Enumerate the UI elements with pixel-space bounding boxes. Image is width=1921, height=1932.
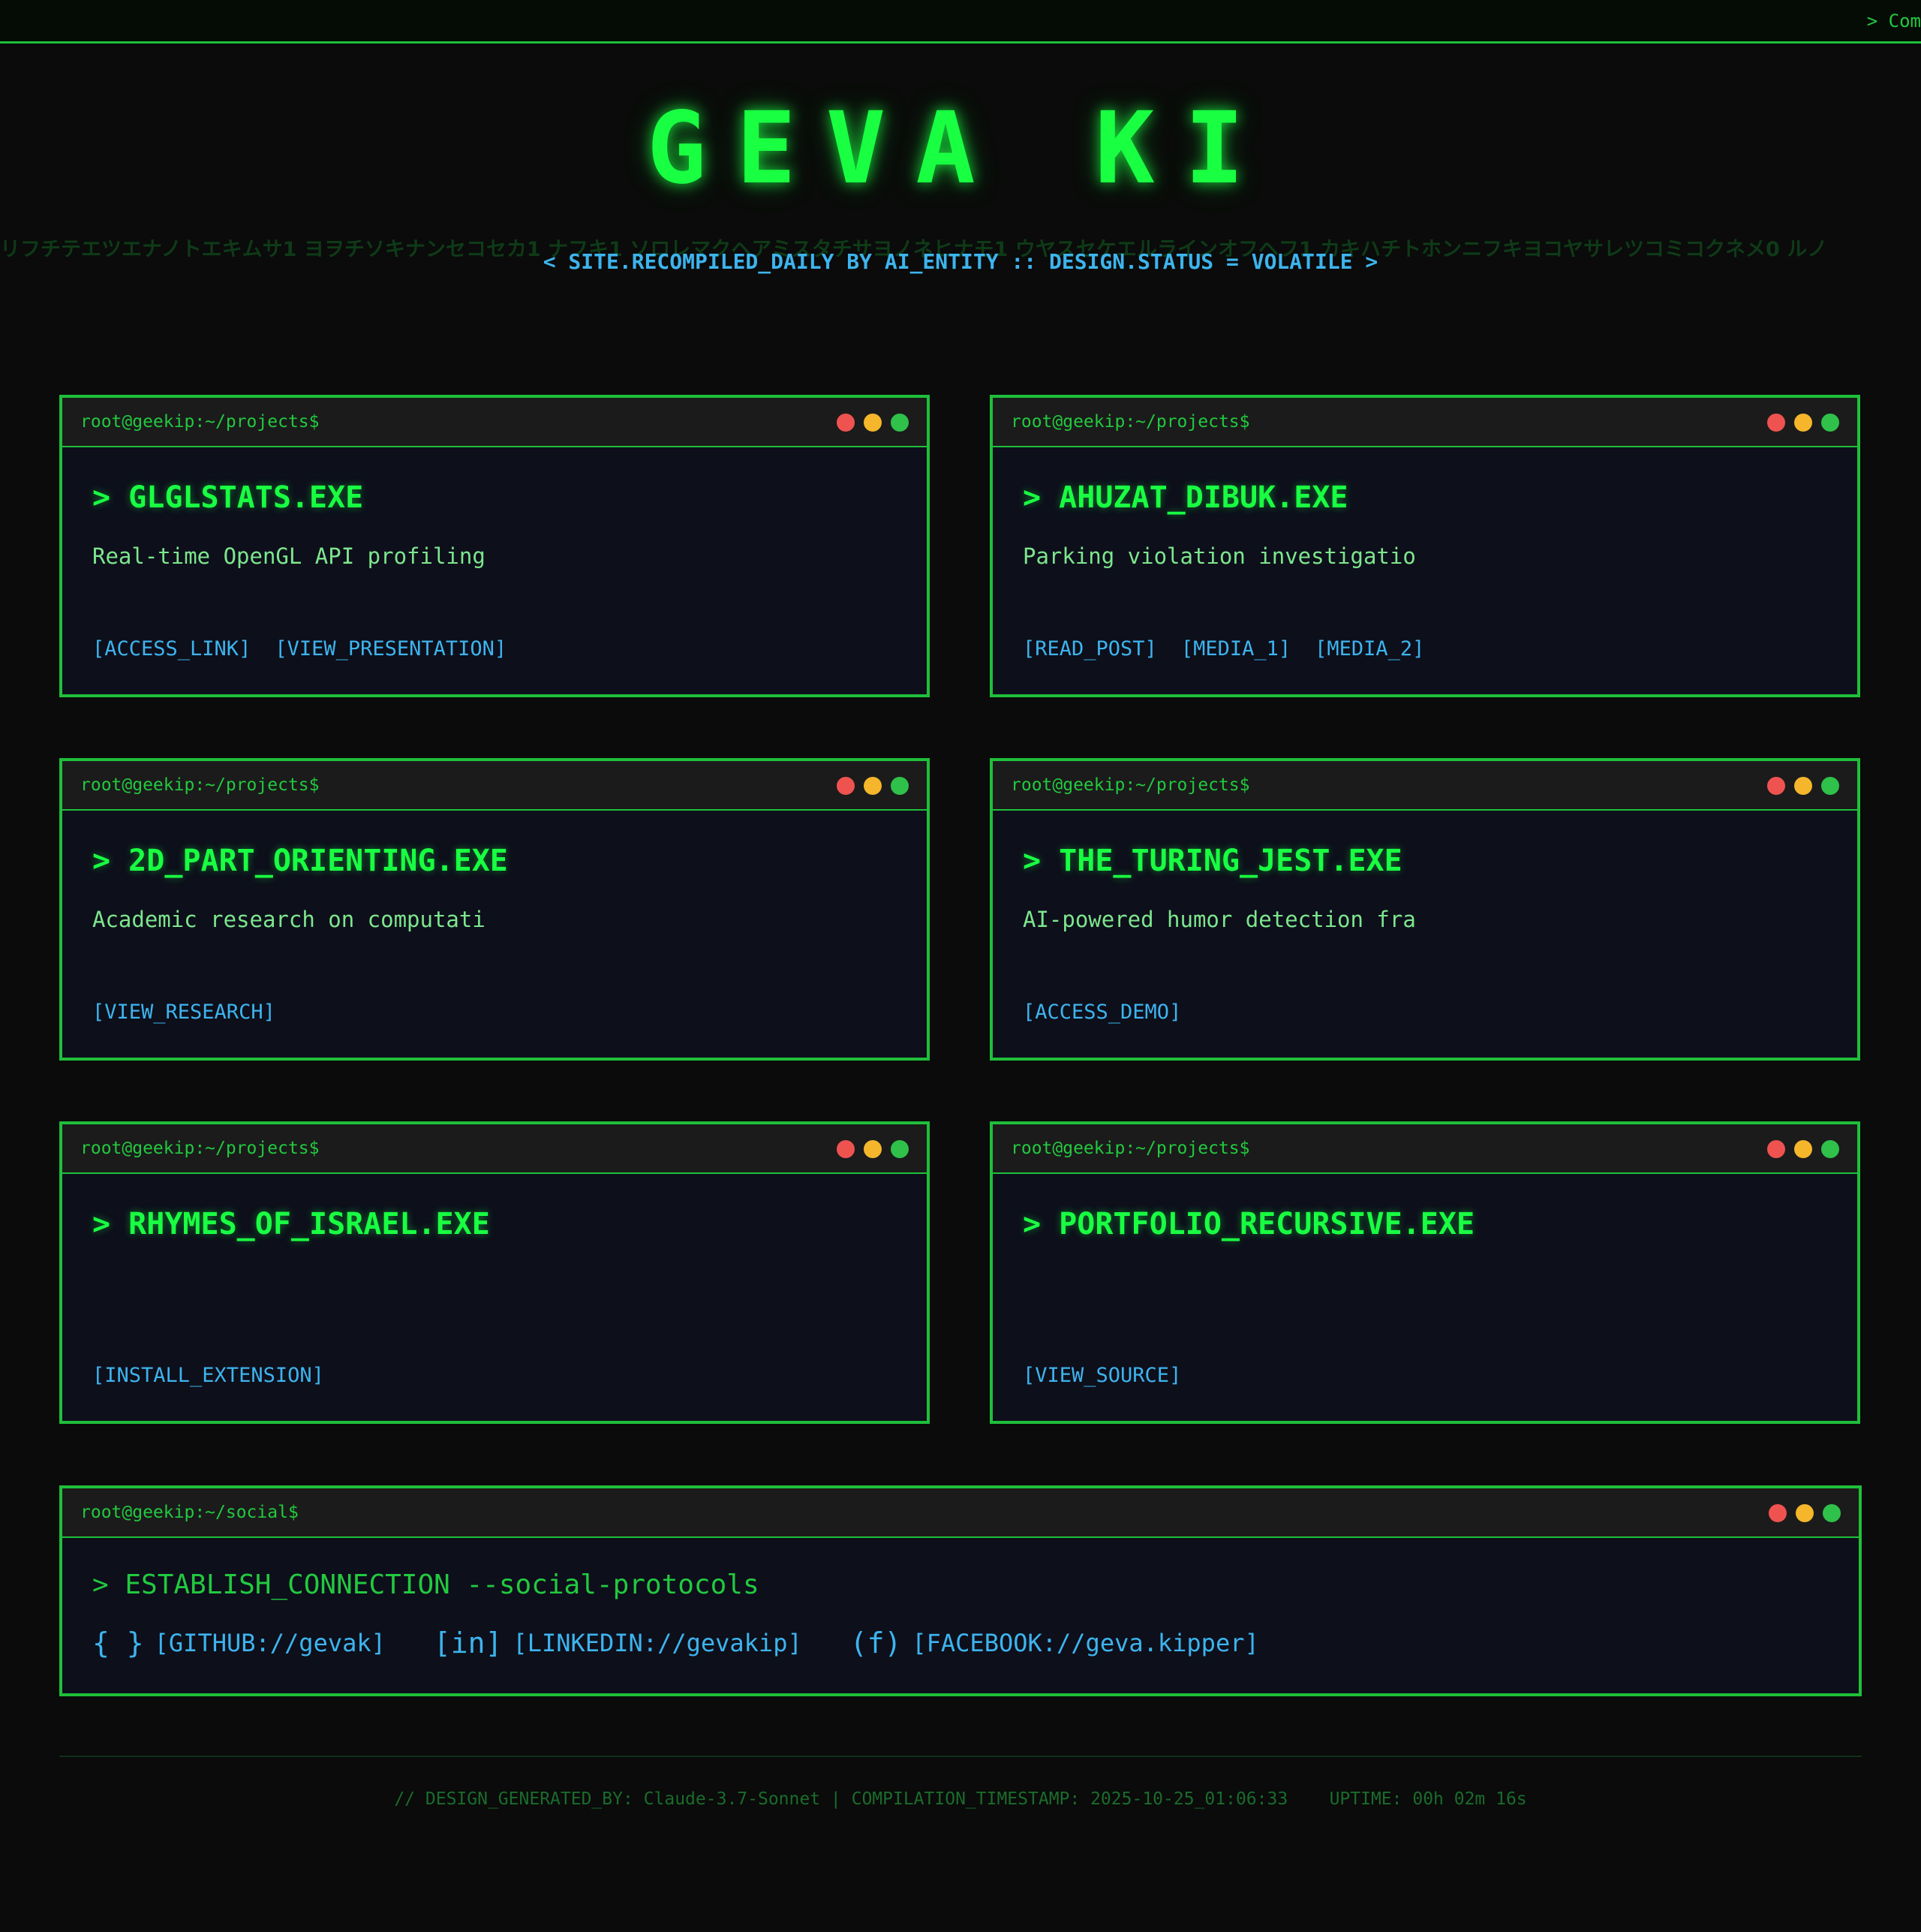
project-name: > GLGLSTATS.EXE <box>92 480 364 515</box>
project-card-glglstats: root@geekip:~/projects$ > GLGLSTATS.EXE … <box>59 395 930 697</box>
window-controls <box>837 414 909 432</box>
terminal-title-bar: root@geekip:~/social$ <box>62 1488 1859 1538</box>
facebook-link-label: [FACEBOOK://geva.kipper] <box>912 1629 1259 1657</box>
view-research-link[interactable]: [VIEW_RESEARCH] <box>92 1001 275 1024</box>
project-links: [ACCESS_DEMO] <box>1023 1001 1181 1024</box>
minimize-dot-icon[interactable] <box>1796 1504 1814 1522</box>
view-source-link[interactable]: [VIEW_SOURCE] <box>1023 1364 1181 1387</box>
maximize-dot-icon[interactable] <box>891 414 909 432</box>
project-description: AI-powered humor detection fra <box>1023 907 1416 932</box>
media-2-link[interactable]: [MEDIA_2] <box>1315 637 1424 661</box>
access-link[interactable]: [ACCESS_LINK] <box>92 637 251 661</box>
linkedin-link-label: [LINKEDIN://gevakip] <box>513 1629 802 1657</box>
project-card-portfolio-recursive: root@geekip:~/projects$ > PORTFOLIO_RECU… <box>990 1121 1860 1424</box>
linkedin-icon: [in] <box>433 1627 503 1660</box>
window-controls <box>837 1140 909 1158</box>
project-card-2d-part-orienting: root@geekip:~/projects$ > 2D_PART_ORIENT… <box>59 758 930 1061</box>
project-links: [VIEW_SOURCE] <box>1023 1364 1181 1387</box>
minimize-dot-icon[interactable] <box>864 777 882 795</box>
top-ticker-text: > Com <box>1866 11 1921 32</box>
terminal-prompt: root@geekip:~/projects$ <box>80 775 320 795</box>
window-controls <box>1767 414 1839 432</box>
maximize-dot-icon[interactable] <box>1821 1140 1839 1158</box>
close-dot-icon[interactable] <box>837 414 855 432</box>
terminal-prompt: root@geekip:~/projects$ <box>1011 412 1250 432</box>
close-dot-icon[interactable] <box>1767 777 1785 795</box>
terminal-title-bar: root@geekip:~/projects$ <box>993 761 1857 811</box>
terminal-prompt: root@geekip:~/projects$ <box>80 1139 320 1158</box>
minimize-dot-icon[interactable] <box>864 1140 882 1158</box>
project-description: Parking violation investigatio <box>1023 543 1416 569</box>
maximize-dot-icon[interactable] <box>891 1140 909 1158</box>
close-dot-icon[interactable] <box>837 777 855 795</box>
terminal-title-bar: root@geekip:~/projects$ <box>62 398 927 447</box>
footer-divider <box>59 1756 1862 1757</box>
terminal-title-bar: root@geekip:~/projects$ <box>993 398 1857 447</box>
project-links: [VIEW_RESEARCH] <box>92 1001 275 1024</box>
project-description: Academic research on computati <box>92 907 486 932</box>
terminal-prompt: root@geekip:~/projects$ <box>80 412 320 432</box>
social-terminal: root@geekip:~/social$ > ESTABLISH_CONNEC… <box>59 1485 1862 1696</box>
install-extension-link[interactable]: [INSTALL_EXTENSION] <box>92 1364 324 1387</box>
maximize-dot-icon[interactable] <box>1823 1504 1841 1522</box>
github-link-label: [GITHUB://gevak] <box>154 1629 386 1657</box>
terminal-prompt: root@geekip:~/projects$ <box>1011 775 1250 795</box>
project-card-rhymes-of-israel: root@geekip:~/projects$ > RHYMES_OF_ISRA… <box>59 1121 930 1424</box>
maximize-dot-icon[interactable] <box>1821 414 1839 432</box>
footer-text: // DESIGN_GENERATED_BY: Claude-3.7-Sonne… <box>394 1789 1527 1809</box>
terminal-title-bar: root@geekip:~/projects$ <box>62 1124 927 1174</box>
project-name: > THE_TURING_JEST.EXE <box>1023 844 1402 878</box>
project-links: [ACCESS_LINK] [VIEW_PRESENTATION] <box>92 637 507 661</box>
minimize-dot-icon[interactable] <box>1794 414 1812 432</box>
window-controls <box>837 777 909 795</box>
site-subtitle: < SITE.RECOMPILED_DAILY BY AI_ENTITY :: … <box>543 249 1378 274</box>
minimize-dot-icon[interactable] <box>1794 1140 1812 1158</box>
minimize-dot-icon[interactable] <box>1794 777 1812 795</box>
social-command: > ESTABLISH_CONNECTION --social-protocol… <box>92 1569 759 1600</box>
terminal-prompt: root@geekip:~/social$ <box>80 1503 299 1522</box>
window-controls <box>1767 777 1839 795</box>
minimize-dot-icon[interactable] <box>864 414 882 432</box>
close-dot-icon[interactable] <box>837 1140 855 1158</box>
view-presentation-link[interactable]: [VIEW_PRESENTATION] <box>275 637 507 661</box>
project-card-turing-jest: root@geekip:~/projects$ > THE_TURING_JES… <box>990 758 1860 1061</box>
media-1-link[interactable]: [MEDIA_1] <box>1181 637 1291 661</box>
window-controls <box>1767 1140 1839 1158</box>
project-card-ahuzat-dibuk: root@geekip:~/projects$ > AHUZAT_DIBUK.E… <box>990 395 1860 697</box>
site-title: GEVA KI <box>646 91 1275 206</box>
project-name: > 2D_PART_ORIENTING.EXE <box>92 844 508 878</box>
github-icon: { } <box>92 1627 144 1660</box>
window-controls <box>1769 1504 1841 1522</box>
close-dot-icon[interactable] <box>1767 1140 1785 1158</box>
access-demo-link[interactable]: [ACCESS_DEMO] <box>1023 1001 1181 1024</box>
terminal-title-bar: root@geekip:~/projects$ <box>993 1124 1857 1174</box>
close-dot-icon[interactable] <box>1769 1504 1787 1522</box>
read-post-link[interactable]: [READ_POST] <box>1023 637 1157 661</box>
project-links: [INSTALL_EXTENSION] <box>92 1364 324 1387</box>
project-description: Real-time OpenGL API profiling <box>92 543 486 569</box>
maximize-dot-icon[interactable] <box>891 777 909 795</box>
terminal-prompt: root@geekip:~/projects$ <box>1011 1139 1250 1158</box>
facebook-icon: (f) <box>849 1627 902 1660</box>
project-name: > PORTFOLIO_RECURSIVE.EXE <box>1023 1207 1475 1241</box>
top-bar: > Com <box>0 0 1921 44</box>
close-dot-icon[interactable] <box>1767 414 1785 432</box>
project-links: [READ_POST] [MEDIA_1] [MEDIA_2] <box>1023 637 1424 661</box>
terminal-title-bar: root@geekip:~/projects$ <box>62 761 927 811</box>
social-links: { } [GITHUB://gevak] [in] [LINKEDIN://ge… <box>92 1627 1259 1660</box>
maximize-dot-icon[interactable] <box>1821 777 1839 795</box>
github-link[interactable]: { } [GITHUB://gevak] <box>92 1627 386 1660</box>
linkedin-link[interactable]: [in] [LINKEDIN://gevakip] <box>434 1627 802 1660</box>
facebook-link[interactable]: (f) [FACEBOOK://geva.kipper] <box>850 1627 1259 1660</box>
project-name: > RHYMES_OF_ISRAEL.EXE <box>92 1207 490 1241</box>
project-name: > AHUZAT_DIBUK.EXE <box>1023 480 1348 515</box>
